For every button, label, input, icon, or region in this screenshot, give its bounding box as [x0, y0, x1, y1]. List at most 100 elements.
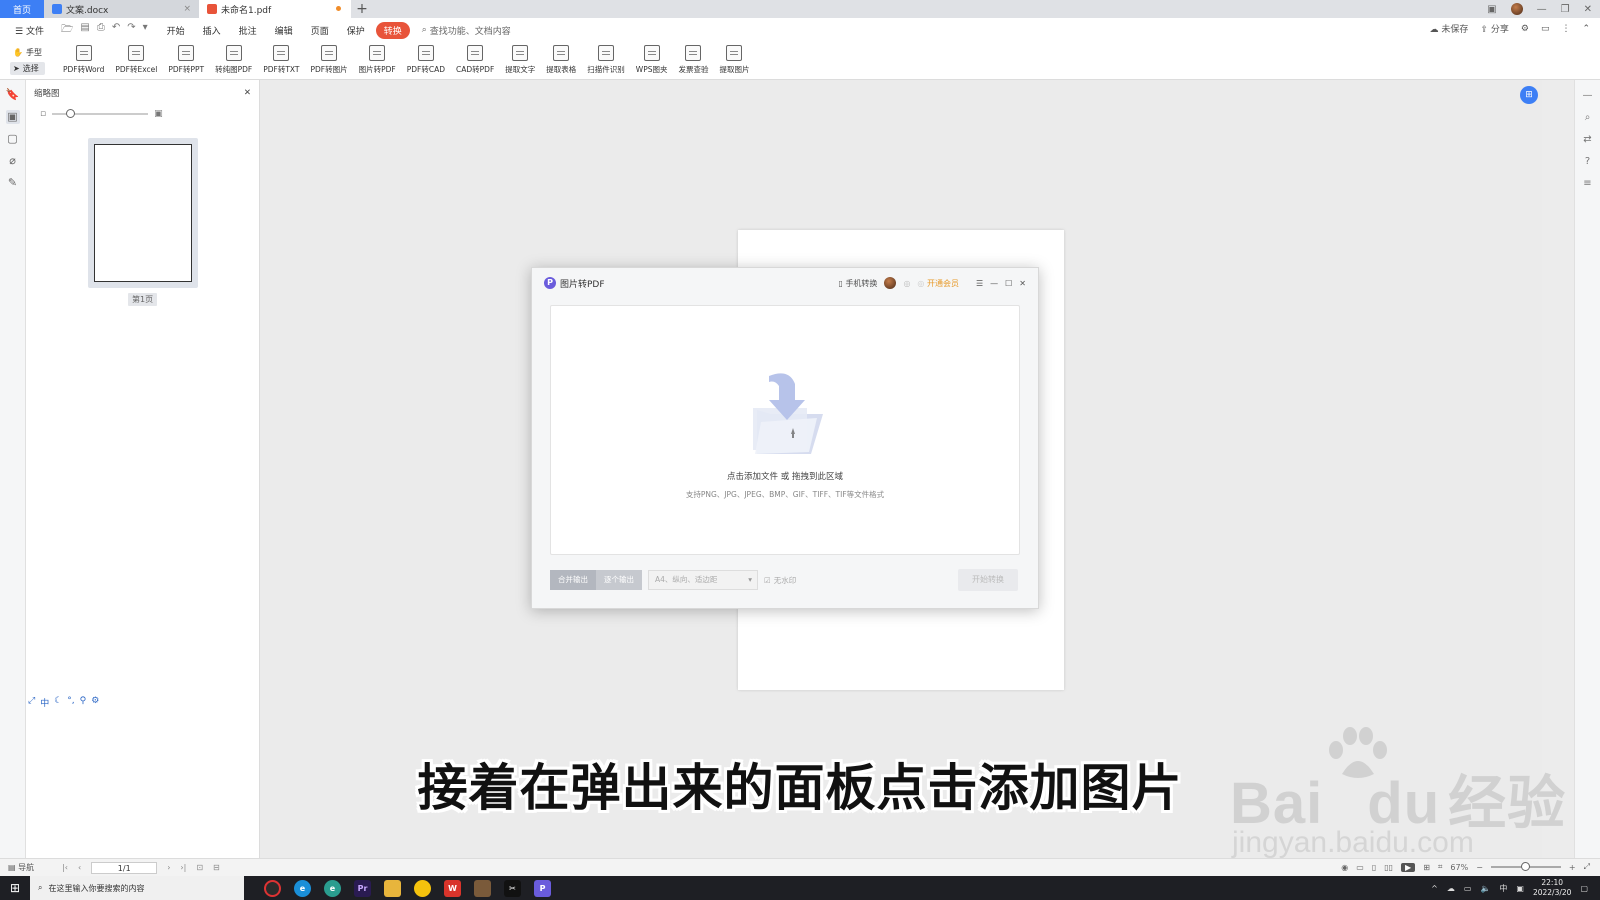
- signature-icon[interactable]: ✎: [6, 176, 20, 190]
- record-app-icon[interactable]: [264, 879, 281, 897]
- punct-icon[interactable]: °,: [67, 696, 74, 709]
- float-assistant-icon[interactable]: ⊞: [1520, 86, 1538, 104]
- tray-shield-icon[interactable]: ▣: [1516, 884, 1524, 893]
- edge-icon[interactable]: e: [294, 879, 311, 897]
- nav-button[interactable]: ▤ 导航: [8, 862, 34, 873]
- hand-tool-button[interactable]: ✋ 手型: [10, 46, 45, 59]
- select-tool-button[interactable]: ➤ 选择: [10, 62, 45, 75]
- vip-button[interactable]: ◎ 开通会员: [917, 278, 959, 289]
- page-number-field[interactable]: 1/1: [91, 861, 158, 874]
- collapse-icon[interactable]: ⌃: [1582, 24, 1590, 34]
- tab-docx[interactable]: 文案.docx ×: [44, 0, 199, 18]
- fullscreen-icon[interactable]: ⤢: [1584, 862, 1590, 872]
- premiere-icon[interactable]: Pr: [354, 879, 371, 897]
- ime-settings-icon[interactable]: ⚙: [91, 696, 99, 709]
- translate-icon[interactable]: ⇄: [1582, 134, 1594, 146]
- edge-beta-icon[interactable]: e: [324, 879, 341, 897]
- zoom-out-icon[interactable]: −: [1476, 863, 1483, 872]
- menu-convert[interactable]: 转换: [375, 21, 410, 39]
- double-page-icon[interactable]: ▯▯: [1384, 863, 1393, 872]
- last-page-icon[interactable]: ›|: [180, 863, 186, 872]
- file-drop-zone[interactable]: 点击添加文件 或 拖拽到此区域 支持PNG、JPG、JPEG、BMP、GIF、T…: [550, 305, 1020, 555]
- no-watermark-checkbox[interactable]: ☑ 无水印: [764, 575, 796, 586]
- collapse-line-icon[interactable]: —: [1582, 90, 1594, 102]
- thumbnail-size-slider[interactable]: [52, 109, 149, 118]
- menu-protect[interactable]: 保护: [340, 22, 372, 39]
- zoom-knob[interactable]: [1520, 862, 1530, 871]
- extract-text-button[interactable]: 提取文字: [501, 44, 539, 77]
- page-setting-select[interactable]: A4、纵向、适边距: [648, 570, 758, 590]
- image-to-pdf-button[interactable]: 图片转PDF: [355, 44, 400, 77]
- menu-insert[interactable]: 插入: [196, 22, 228, 39]
- pdf-to-txt-button[interactable]: PDF转TXT: [259, 44, 303, 77]
- crop-icon[interactable]: ⌗: [1438, 862, 1443, 872]
- notification-icon[interactable]: ▢: [1580, 884, 1588, 893]
- pdf-to-image-button[interactable]: PDF转图片: [307, 44, 352, 77]
- open-icon[interactable]: 🗁: [61, 22, 73, 39]
- merge-output-option[interactable]: 合并输出: [550, 570, 596, 590]
- close-panel-icon[interactable]: ✕: [244, 88, 251, 98]
- read-mode-icon[interactable]: ▭: [1356, 863, 1364, 872]
- menu-edit[interactable]: 编辑: [268, 22, 300, 39]
- file-menu[interactable]: ☰ 文件: [8, 22, 51, 39]
- redo-icon[interactable]: ↷: [127, 22, 135, 39]
- dialog-menu-icon[interactable]: ☰: [976, 279, 983, 288]
- new-tab-button[interactable]: +: [351, 0, 373, 18]
- zoom-in-icon[interactable]: +: [1569, 863, 1576, 872]
- capcut-icon[interactable]: ✂: [504, 879, 521, 897]
- first-page-icon[interactable]: |‹: [62, 863, 68, 872]
- file-explorer-icon[interactable]: [384, 879, 401, 897]
- pdf-to-word-button[interactable]: PDF转Word: [59, 44, 108, 77]
- zoom-level[interactable]: 67%: [1450, 863, 1468, 872]
- next-page-icon[interactable]: ›: [167, 863, 170, 872]
- dialog-close-icon[interactable]: ✕: [1019, 279, 1026, 288]
- chrome-icon[interactable]: [414, 879, 431, 897]
- tab-home[interactable]: 首页: [0, 0, 44, 18]
- user-icon[interactable]: ⚲: [80, 696, 87, 709]
- fit-icon[interactable]: ⊞: [1423, 863, 1430, 872]
- extract-table-button[interactable]: 提取表格: [542, 44, 580, 77]
- fit-page-icon[interactable]: ⊡: [196, 863, 203, 872]
- bookmark-icon[interactable]: 🔖: [6, 88, 20, 102]
- eye-protect-icon[interactable]: ◉: [1341, 863, 1348, 872]
- zoom-search-icon[interactable]: ⌕: [1582, 112, 1594, 124]
- ime-indicator[interactable]: 中: [1499, 883, 1507, 894]
- minimize-icon[interactable]: —: [1537, 4, 1547, 15]
- fit-width-icon[interactable]: ⊟: [213, 863, 220, 872]
- feather-app-icon[interactable]: [474, 879, 491, 897]
- unsaved-status[interactable]: ☁ 未保存: [1430, 22, 1469, 35]
- kebab-icon[interactable]: ⋮: [1561, 24, 1570, 34]
- clock[interactable]: 22:10 2022/3/20: [1533, 878, 1571, 898]
- moon-icon[interactable]: ☾: [54, 696, 62, 709]
- menu-page[interactable]: 页面: [304, 22, 336, 39]
- settings-icon[interactable]: ⚙: [1521, 24, 1529, 34]
- taskbar-search[interactable]: ⌕ 在这里输入你要搜索的内容: [30, 876, 244, 900]
- cad-to-pdf-button[interactable]: CAD转PDF: [452, 44, 498, 77]
- close-icon[interactable]: ×: [183, 4, 191, 14]
- network-icon[interactable]: ▭: [1464, 884, 1472, 893]
- ime-lang-icon[interactable]: 中: [40, 696, 49, 709]
- pdf-converter-icon[interactable]: P: [534, 879, 551, 897]
- pdf-to-excel-button[interactable]: PDF转Excel: [111, 44, 161, 77]
- wps-folder-button[interactable]: WPS图夹: [632, 44, 672, 77]
- tray-app-icon[interactable]: ☁: [1447, 884, 1455, 893]
- share-button[interactable]: ⇪ 分享: [1480, 22, 1508, 35]
- large-image-icon[interactable]: ▣: [154, 109, 163, 119]
- help-icon[interactable]: ?: [1582, 156, 1594, 168]
- single-page-icon[interactable]: ▯: [1372, 863, 1376, 872]
- adjust-icon[interactable]: ≡: [1582, 178, 1594, 190]
- pdf-to-cad-button[interactable]: PDF转CAD: [403, 44, 449, 77]
- function-search[interactable]: ⌕ 查找功能、文档内容: [422, 24, 511, 37]
- menu-start[interactable]: 开始: [160, 22, 192, 39]
- wps-icon[interactable]: W: [444, 879, 461, 897]
- prev-page-icon[interactable]: ‹: [78, 863, 81, 872]
- avatar[interactable]: [1510, 3, 1523, 15]
- zoom-slider[interactable]: [1490, 862, 1561, 871]
- comment-icon[interactable]: ▭: [1541, 24, 1550, 34]
- comment-panel-icon[interactable]: ▢: [6, 132, 20, 146]
- dialog-maximize-icon[interactable]: ☐: [1005, 279, 1012, 288]
- tab-pdf[interactable]: 未命名1.pdf: [199, 0, 351, 18]
- menu-comment[interactable]: 批注: [232, 22, 264, 39]
- more-icon[interactable]: ▾: [143, 22, 148, 39]
- undo-icon[interactable]: ↶: [112, 22, 120, 39]
